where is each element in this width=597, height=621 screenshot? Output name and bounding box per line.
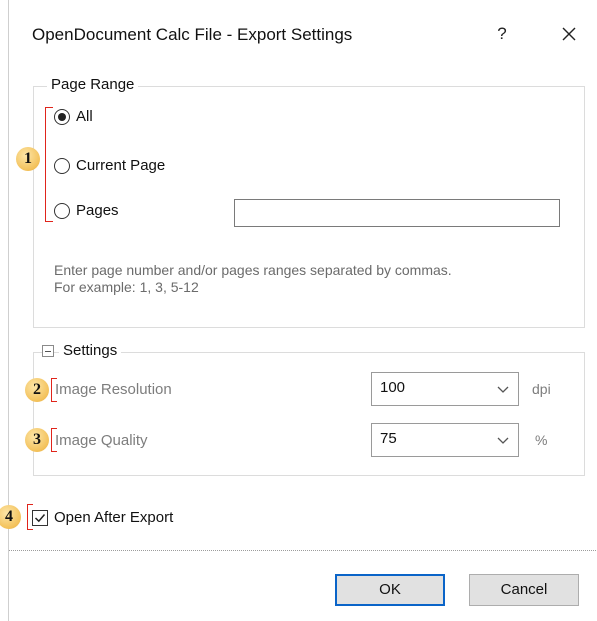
image-quality-value: 75	[380, 430, 397, 447]
annotation-badge-3: 3	[25, 428, 49, 452]
annotation-badge-2: 2	[25, 378, 49, 402]
checkmark-icon	[34, 514, 46, 523]
settings-group	[33, 352, 585, 476]
open-after-export-checkbox[interactable]	[32, 510, 48, 526]
dialog-title: OpenDocument Calc File - Export Settings	[32, 25, 353, 44]
pages-input[interactable]	[234, 199, 560, 227]
hint-line-1: Enter page number and/or pages ranges se…	[54, 262, 452, 278]
export-settings-dialog: OpenDocument Calc File - Export Settings…	[0, 0, 597, 621]
radio-all[interactable]: All	[54, 108, 93, 125]
ok-button[interactable]: OK	[335, 574, 445, 606]
close-icon	[562, 27, 576, 41]
radio-current-page[interactable]: Current Page	[54, 157, 165, 174]
chevron-down-icon	[497, 437, 509, 444]
radio-all-indicator[interactable]	[54, 108, 70, 125]
annotation-badge-4: 4	[0, 505, 21, 529]
radio-current-page-indicator[interactable]	[54, 157, 70, 174]
annotation-badge-1: 1	[16, 147, 40, 171]
cancel-button[interactable]: Cancel	[469, 574, 579, 606]
chevron-down-icon	[497, 386, 509, 393]
help-button[interactable]: ?	[489, 22, 515, 46]
image-resolution-label: Image Resolution	[55, 381, 172, 398]
radio-current-page-label: Current Page	[76, 157, 166, 174]
radio-pages[interactable]: Pages	[54, 202, 119, 219]
page-range-hint: Enter page number and/or pages ranges se…	[54, 262, 452, 296]
open-after-export-label: Open After Export	[54, 509, 174, 526]
collapse-icon[interactable]	[42, 345, 54, 357]
image-quality-label: Image Quality	[55, 432, 148, 449]
close-button[interactable]	[554, 20, 584, 48]
image-resolution-select[interactable]: 100	[371, 372, 519, 406]
radio-all-label: All	[76, 108, 93, 125]
image-resolution-value: 100	[380, 379, 406, 396]
radio-pages-label: Pages	[76, 202, 119, 219]
radio-pages-indicator[interactable]	[54, 202, 70, 219]
image-quality-unit: %	[535, 432, 548, 448]
image-quality-select[interactable]: 75	[371, 423, 519, 457]
settings-legend: Settings	[59, 342, 122, 359]
page-range-legend: Page Range	[47, 76, 139, 93]
image-resolution-unit: dpi	[532, 381, 551, 397]
hint-line-2: For example: 1, 3, 5-12	[54, 279, 199, 295]
annotation-bracket-1	[45, 107, 53, 222]
footer-separator	[9, 550, 597, 551]
